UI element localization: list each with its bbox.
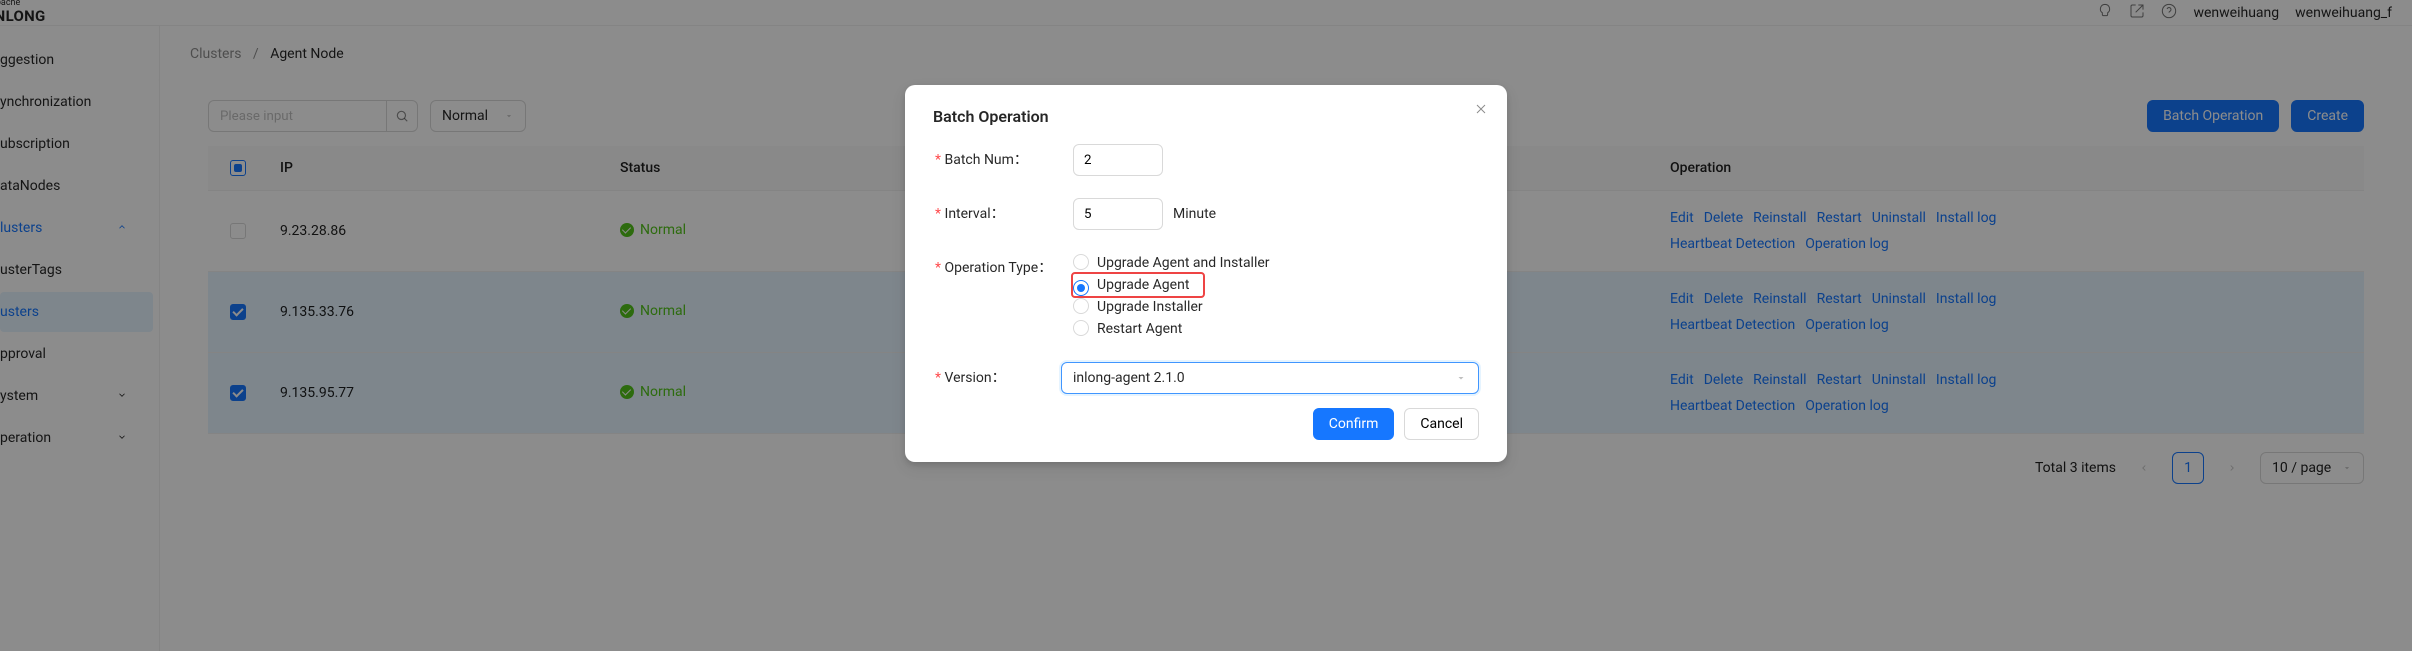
modal-title: Batch Operation: [933, 107, 1479, 126]
radio-icon: [1073, 298, 1089, 314]
batchnum-input[interactable]: [1073, 144, 1163, 176]
interval-input[interactable]: [1073, 198, 1163, 230]
confirm-button[interactable]: Confirm: [1313, 408, 1395, 440]
optype-option[interactable]: Upgrade Installer: [1073, 296, 1270, 318]
interval-label: Interval：: [933, 198, 1073, 230]
batch-operation-modal: Batch Operation Batch Num： Interval： Min…: [905, 85, 1507, 462]
interval-unit: Minute: [1173, 206, 1216, 222]
radio-icon: [1073, 254, 1089, 270]
cancel-button[interactable]: Cancel: [1404, 408, 1479, 440]
batchnum-label: Batch Num：: [933, 144, 1073, 176]
radio-icon: [1073, 280, 1089, 296]
chevron-down-icon: [1455, 372, 1467, 384]
version-label: Version：: [933, 362, 1061, 394]
optype-option[interactable]: Upgrade Agent: [1073, 274, 1189, 296]
optype-option[interactable]: Upgrade Agent and Installer: [1073, 252, 1270, 274]
modal-close[interactable]: [1473, 101, 1489, 117]
version-select[interactable]: inlong-agent 2.1.0: [1061, 362, 1479, 394]
radio-icon: [1073, 320, 1089, 336]
optype-option[interactable]: Restart Agent: [1073, 318, 1270, 340]
optype-label: Operation Type：: [933, 252, 1073, 284]
